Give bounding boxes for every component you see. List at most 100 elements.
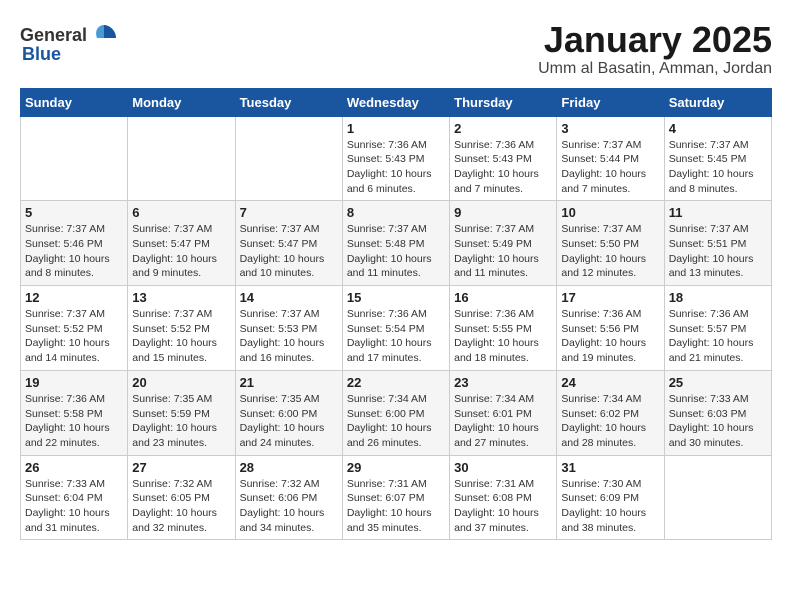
- calendar-cell: 18 Sunrise: 7:36 AM Sunset: 5:57 PM Dayli…: [664, 286, 771, 371]
- calendar-cell: 25Sunrise: 7:33 AM Sunset: 6:03 PM Dayli…: [664, 370, 771, 455]
- weekday-header: Thursday: [450, 88, 557, 116]
- day-info: Sunrise: 7:37 AM Sunset: 5:50 PM Dayligh…: [561, 222, 659, 281]
- calendar-cell: 14Sunrise: 7:37 AM Sunset: 5:53 PM Dayli…: [235, 286, 342, 371]
- calendar-table: SundayMondayTuesdayWednesdayThursdayFrid…: [20, 88, 772, 541]
- day-number: 8: [347, 205, 445, 220]
- day-info: Sunrise: 7:36 AM Sunset: 5:58 PM Dayligh…: [25, 392, 123, 451]
- day-number: 24: [561, 375, 659, 390]
- day-number: 12: [25, 290, 123, 305]
- day-number: 22: [347, 375, 445, 390]
- calendar-week-row: 19 Sunrise: 7:36 AM Sunset: 5:58 PM Dayli…: [21, 370, 772, 455]
- day-number: 3: [561, 121, 659, 136]
- logo-icon: [89, 20, 119, 50]
- calendar-cell: 16 Sunrise: 7:36 AM Sunset: 5:55 PM Dayli…: [450, 286, 557, 371]
- calendar-week-row: 5 Sunrise: 7:37 AM Sunset: 5:46 PM Daylig…: [21, 201, 772, 286]
- day-info: Sunrise: 7:34 AM Sunset: 6:01 PM Dayligh…: [454, 392, 552, 451]
- day-info: Sunrise: 7:35 AM Sunset: 6:00 PM Dayligh…: [240, 392, 338, 451]
- calendar-cell: 22 Sunrise: 7:34 AM Sunset: 6:00 PM Dayli…: [342, 370, 449, 455]
- calendar-cell: 29Sunrise: 7:31 AM Sunset: 6:07 PM Dayli…: [342, 455, 449, 540]
- day-info: Sunrise: 7:36 AM Sunset: 5:54 PM Dayligh…: [347, 307, 445, 366]
- day-info: Sunrise: 7:34 AM Sunset: 6:02 PM Dayligh…: [561, 392, 659, 451]
- calendar-cell: 11 Sunrise: 7:37 AM Sunset: 5:51 PM Dayli…: [664, 201, 771, 286]
- day-info: Sunrise: 7:37 AM Sunset: 5:44 PM Dayligh…: [561, 138, 659, 197]
- day-info: Sunrise: 7:37 AM Sunset: 5:45 PM Dayligh…: [669, 138, 767, 197]
- calendar-cell: 17 Sunrise: 7:36 AM Sunset: 5:56 PM Dayli…: [557, 286, 664, 371]
- day-info: Sunrise: 7:37 AM Sunset: 5:52 PM Dayligh…: [132, 307, 230, 366]
- day-info: Sunrise: 7:32 AM Sunset: 6:05 PM Dayligh…: [132, 477, 230, 536]
- day-info: Sunrise: 7:31 AM Sunset: 6:07 PM Dayligh…: [347, 477, 445, 536]
- logo-general: General: [20, 25, 87, 46]
- calendar-cell: 26Sunrise: 7:33 AM Sunset: 6:04 PM Dayli…: [21, 455, 128, 540]
- day-number: 13: [132, 290, 230, 305]
- day-info: Sunrise: 7:36 AM Sunset: 5:43 PM Dayligh…: [454, 138, 552, 197]
- calendar-cell: [21, 116, 128, 201]
- weekday-header: Wednesday: [342, 88, 449, 116]
- day-number: 18: [669, 290, 767, 305]
- month-title: January 2025: [538, 20, 772, 60]
- day-info: Sunrise: 7:34 AM Sunset: 6:00 PM Dayligh…: [347, 392, 445, 451]
- calendar-cell: 31 Sunrise: 7:30 AM Sunset: 6:09 PM Dayli…: [557, 455, 664, 540]
- calendar-cell: 15 Sunrise: 7:36 AM Sunset: 5:54 PM Dayli…: [342, 286, 449, 371]
- calendar-cell: 30Sunrise: 7:31 AM Sunset: 6:08 PM Dayli…: [450, 455, 557, 540]
- calendar-cell: [128, 116, 235, 201]
- calendar-cell: 4Sunrise: 7:37 AM Sunset: 5:45 PM Daylig…: [664, 116, 771, 201]
- day-info: Sunrise: 7:36 AM Sunset: 5:56 PM Dayligh…: [561, 307, 659, 366]
- day-number: 30: [454, 460, 552, 475]
- calendar-cell: 12 Sunrise: 7:37 AM Sunset: 5:52 PM Dayli…: [21, 286, 128, 371]
- weekday-header-row: SundayMondayTuesdayWednesdayThursdayFrid…: [21, 88, 772, 116]
- calendar-cell: 8 Sunrise: 7:37 AM Sunset: 5:48 PM Daylig…: [342, 201, 449, 286]
- calendar-cell: 13 Sunrise: 7:37 AM Sunset: 5:52 PM Dayli…: [128, 286, 235, 371]
- calendar-cell: 24 Sunrise: 7:34 AM Sunset: 6:02 PM Dayli…: [557, 370, 664, 455]
- day-number: 7: [240, 205, 338, 220]
- day-number: 27: [132, 460, 230, 475]
- calendar-cell: 2 Sunrise: 7:36 AM Sunset: 5:43 PM Daylig…: [450, 116, 557, 201]
- day-info: Sunrise: 7:37 AM Sunset: 5:46 PM Dayligh…: [25, 222, 123, 281]
- calendar-cell: 1Sunrise: 7:36 AM Sunset: 5:43 PM Daylig…: [342, 116, 449, 201]
- day-number: 19: [25, 375, 123, 390]
- day-info: Sunrise: 7:37 AM Sunset: 5:47 PM Dayligh…: [240, 222, 338, 281]
- day-number: 23: [454, 375, 552, 390]
- day-number: 16: [454, 290, 552, 305]
- day-info: Sunrise: 7:37 AM Sunset: 5:51 PM Dayligh…: [669, 222, 767, 281]
- weekday-header: Saturday: [664, 88, 771, 116]
- day-number: 9: [454, 205, 552, 220]
- day-number: 11: [669, 205, 767, 220]
- calendar-cell: 10 Sunrise: 7:37 AM Sunset: 5:50 PM Dayli…: [557, 201, 664, 286]
- calendar-cell: 9Sunrise: 7:37 AM Sunset: 5:49 PM Daylig…: [450, 201, 557, 286]
- calendar-cell: 20 Sunrise: 7:35 AM Sunset: 5:59 PM Dayli…: [128, 370, 235, 455]
- calendar-week-row: 1Sunrise: 7:36 AM Sunset: 5:43 PM Daylig…: [21, 116, 772, 201]
- calendar-cell: 28Sunrise: 7:32 AM Sunset: 6:06 PM Dayli…: [235, 455, 342, 540]
- day-info: Sunrise: 7:35 AM Sunset: 5:59 PM Dayligh…: [132, 392, 230, 451]
- day-info: Sunrise: 7:36 AM Sunset: 5:55 PM Dayligh…: [454, 307, 552, 366]
- calendar-cell: 3 Sunrise: 7:37 AM Sunset: 5:44 PM Daylig…: [557, 116, 664, 201]
- page-header: General Blue January 2025 Umm al Basatin…: [20, 20, 772, 78]
- calendar-cell: 23 Sunrise: 7:34 AM Sunset: 6:01 PM Dayli…: [450, 370, 557, 455]
- calendar-cell: 27 Sunrise: 7:32 AM Sunset: 6:05 PM Dayli…: [128, 455, 235, 540]
- day-number: 2: [454, 121, 552, 136]
- day-info: Sunrise: 7:37 AM Sunset: 5:48 PM Dayligh…: [347, 222, 445, 281]
- calendar-cell: [235, 116, 342, 201]
- day-number: 14: [240, 290, 338, 305]
- logo: General Blue: [20, 20, 119, 65]
- calendar-cell: 5 Sunrise: 7:37 AM Sunset: 5:46 PM Daylig…: [21, 201, 128, 286]
- day-number: 10: [561, 205, 659, 220]
- location: Umm al Basatin, Amman, Jordan: [538, 60, 772, 78]
- weekday-header: Friday: [557, 88, 664, 116]
- day-number: 28: [240, 460, 338, 475]
- calendar-week-row: 26Sunrise: 7:33 AM Sunset: 6:04 PM Dayli…: [21, 455, 772, 540]
- day-number: 17: [561, 290, 659, 305]
- day-number: 20: [132, 375, 230, 390]
- weekday-header: Monday: [128, 88, 235, 116]
- day-number: 15: [347, 290, 445, 305]
- calendar-cell: 7 Sunrise: 7:37 AM Sunset: 5:47 PM Daylig…: [235, 201, 342, 286]
- day-number: 21: [240, 375, 338, 390]
- day-number: 26: [25, 460, 123, 475]
- weekday-header: Sunday: [21, 88, 128, 116]
- day-number: 25: [669, 375, 767, 390]
- day-info: Sunrise: 7:30 AM Sunset: 6:09 PM Dayligh…: [561, 477, 659, 536]
- day-info: Sunrise: 7:36 AM Sunset: 5:57 PM Dayligh…: [669, 307, 767, 366]
- day-info: Sunrise: 7:36 AM Sunset: 5:43 PM Dayligh…: [347, 138, 445, 197]
- day-number: 31: [561, 460, 659, 475]
- day-info: Sunrise: 7:37 AM Sunset: 5:52 PM Dayligh…: [25, 307, 123, 366]
- day-number: 5: [25, 205, 123, 220]
